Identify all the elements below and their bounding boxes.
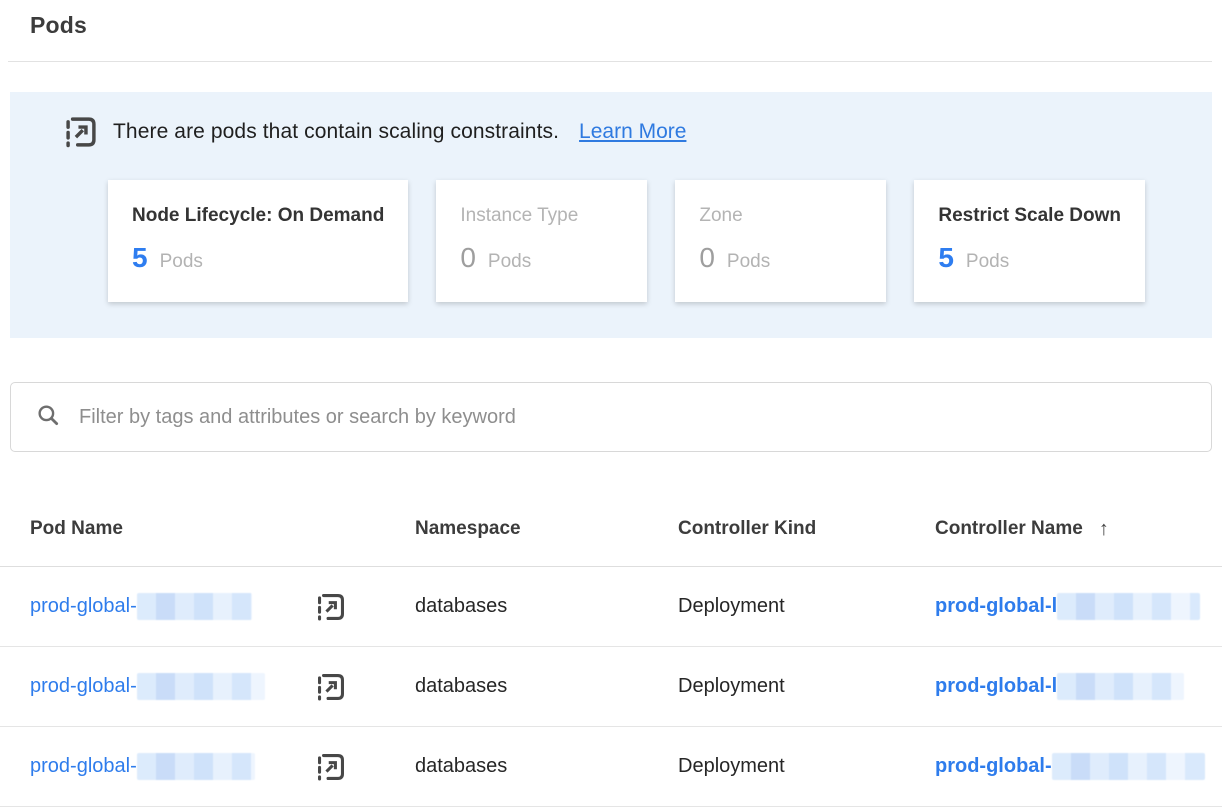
controller-name-link[interactable]: prod-global-l [935,595,1057,618]
title-divider [8,61,1212,62]
card-label: Zone [699,204,862,228]
scaling-constraints-banner: There are pods that contain scaling cons… [10,92,1212,338]
redacted-pod-name [137,593,252,620]
scale-up-icon[interactable] [315,671,347,703]
card-instance-type[interactable]: Instance Type 0 Pods [436,180,647,302]
column-header-label: Controller Name [935,518,1083,540]
pod-name-cell: prod-global- [30,591,415,623]
card-count: 0 [699,242,715,274]
card-label: Restrict Scale Down [938,204,1121,228]
controller-name-cell: prod-global- [935,753,1222,780]
card-label: Node Lifecycle: On Demand [132,204,384,228]
column-header-namespace[interactable]: Namespace [415,518,678,540]
card-count: 5 [132,242,148,274]
controller-kind-cell: Deployment [678,755,935,778]
pod-name-link[interactable]: prod-global- [30,755,137,778]
redacted-pod-name [137,753,255,780]
redacted-controller-name [1057,673,1184,700]
card-unit: Pods [727,251,770,273]
column-header-pod-name[interactable]: Pod Name [30,518,415,540]
pod-name-cell: prod-global- [30,751,415,783]
column-header-controller-name[interactable]: Controller Name ↑ [935,518,1222,541]
redacted-controller-name [1057,593,1200,620]
namespace-cell: databases [415,675,678,698]
card-count: 0 [460,242,476,274]
card-count: 5 [938,242,954,274]
controller-name-cell: prod-global-l [935,593,1222,620]
table-header-row: Pod Name Namespace Controller Kind Contr… [0,492,1222,567]
card-restrict-scale-down[interactable]: Restrict Scale Down 5 Pods [914,180,1145,302]
table-row: prod-global- databases Deployment prod-g… [0,727,1222,807]
scale-up-icon[interactable] [315,591,347,623]
table-row: prod-global- databases Deployment prod-g… [0,567,1222,647]
controller-name-link[interactable]: prod-global-l [935,675,1057,698]
pod-name-link[interactable]: prod-global- [30,595,137,618]
sort-ascending-icon[interactable]: ↑ [1099,518,1109,541]
page-title: Pods [0,0,1222,39]
pods-table: Pod Name Namespace Controller Kind Contr… [0,492,1222,807]
pod-name-link[interactable]: prod-global- [30,675,137,698]
scale-up-icon [63,114,99,150]
search-icon [35,402,61,433]
card-unit: Pods [160,251,203,273]
scale-up-icon[interactable] [315,751,347,783]
redacted-pod-name [137,673,265,700]
card-node-lifecycle[interactable]: Node Lifecycle: On Demand 5 Pods [108,180,408,302]
card-unit: Pods [966,251,1009,273]
banner-message: There are pods that contain scaling cons… [113,120,559,144]
table-row: prod-global- databases Deployment prod-g… [0,647,1222,727]
controller-kind-cell: Deployment [678,595,935,618]
controller-name-cell: prod-global-l [935,673,1222,700]
learn-more-link[interactable]: Learn More [579,120,686,144]
card-zone[interactable]: Zone 0 Pods [675,180,886,302]
controller-name-link[interactable]: prod-global- [935,755,1052,778]
filter-bar [10,382,1212,452]
redacted-controller-name [1052,753,1205,780]
filter-input[interactable] [79,406,1187,429]
controller-kind-cell: Deployment [678,675,935,698]
column-header-controller-kind[interactable]: Controller Kind [678,518,935,540]
pod-name-cell: prod-global- [30,671,415,703]
card-unit: Pods [488,251,531,273]
namespace-cell: databases [415,595,678,618]
constraint-cards: Node Lifecycle: On Demand 5 Pods Instanc… [10,180,1212,302]
card-label: Instance Type [460,204,623,228]
namespace-cell: databases [415,755,678,778]
